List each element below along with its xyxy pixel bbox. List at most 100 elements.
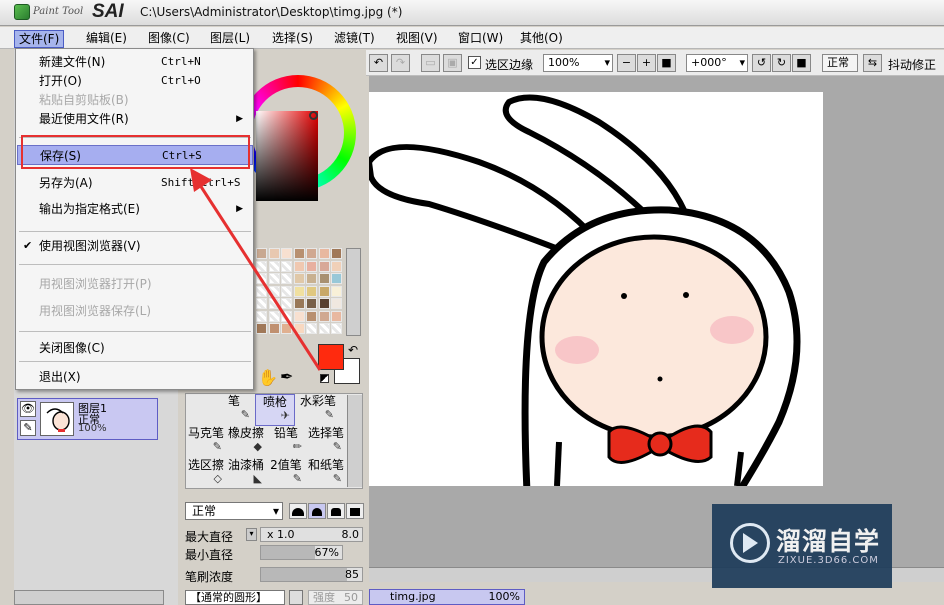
window-title: C:\Users\Administrator\Desktop\timg.jpg … [140, 5, 403, 19]
redo-icon[interactable]: ↷ [391, 54, 410, 72]
drawing-canvas[interactable] [369, 92, 823, 486]
strength-field: 强度 50 [308, 590, 363, 605]
menu-item-new[interactable]: 新建文件(N) Ctrl+N [17, 52, 253, 72]
invert-selection-icon[interactable]: ▣ [443, 54, 462, 72]
color-swatch[interactable] [331, 310, 342, 322]
rotation-reset-icon[interactable]: ■ [792, 54, 811, 72]
tool-marker[interactable]: 马克笔 ✎ [186, 426, 226, 458]
menu-window[interactable]: 窗口(W) [454, 30, 507, 48]
tool-airbrush[interactable]: 喷枪 ✈ [255, 394, 295, 426]
tool-select-eraser[interactable]: 选区擦 ◇ [186, 458, 226, 490]
color-swatch[interactable] [331, 285, 342, 297]
density-slider[interactable]: 85 [260, 567, 363, 582]
swap-colors-icon[interactable]: ↶ [348, 343, 358, 357]
tool-binary-pen[interactable]: 2值笔 ✎ [266, 458, 306, 490]
edge-shape-1-button[interactable] [289, 503, 307, 519]
undo-icon[interactable]: ↶ [369, 54, 388, 72]
color-swatch[interactable] [331, 260, 342, 272]
layer-panel-scrollbar[interactable] [14, 590, 164, 605]
select-eraser-icon: ◇ [213, 472, 222, 485]
edge-shape-4-button[interactable] [346, 503, 364, 519]
menu-filter[interactable]: 滤镜(T) [330, 30, 379, 48]
color-swatch[interactable] [331, 248, 342, 259]
edge-shape-3-button[interactable] [327, 503, 345, 519]
tool-grid-scrollbar[interactable] [347, 395, 362, 487]
strength-value: 50 [344, 591, 358, 604]
tool-select-eraser-label: 选区擦 [187, 458, 224, 472]
pen-icon: ✎ [240, 408, 250, 421]
zoom-out-icon[interactable]: − [617, 54, 636, 72]
menu-file[interactable]: 文件(F) [14, 30, 65, 48]
tool-select-pen[interactable]: 选择笔 ✎ [306, 426, 346, 458]
tool-watercolor[interactable]: 水彩笔 ✎ [298, 394, 338, 426]
rotate-left-icon[interactable]: ↺ [752, 54, 771, 72]
zoom-in-icon[interactable]: + [637, 54, 656, 72]
tool-pen[interactable]: 笔 ✎ [214, 394, 254, 426]
menu-edit[interactable]: 编辑(E) [82, 30, 131, 48]
max-size-slider[interactable]: x 1.0 8.0 [260, 527, 363, 542]
strength-label: 强度 [313, 591, 335, 604]
app-logo-icon [14, 4, 30, 20]
menu-view[interactable]: 视图(V) [392, 30, 442, 48]
document-tab-zoom: 100% [488, 590, 520, 603]
tool-washi-pen[interactable]: 和纸笔 ✎ [306, 458, 346, 490]
size-range-button[interactable]: ▾ [246, 528, 257, 541]
density-value: 85 [345, 568, 359, 581]
edge-shape-2-button[interactable] [308, 503, 326, 519]
min-size-fill [261, 546, 316, 559]
menu-item-open-label: 打开(O) [39, 74, 82, 88]
select-pen-icon: ✎ [332, 440, 342, 453]
tool-bucket[interactable]: 油漆桶 ◣ [226, 458, 266, 490]
selection-edge-label: 选区边缘 [485, 58, 534, 72]
selection-edge-checkbox[interactable]: ✓ [468, 56, 481, 69]
max-size-label: 最大直径 [185, 530, 234, 544]
color-swatch[interactable] [331, 323, 342, 334]
view-mode-select[interactable]: 正常 [822, 54, 858, 72]
deselect-icon[interactable]: ▭ [421, 54, 440, 72]
tool-pencil[interactable]: 铅笔 ✏ [266, 426, 306, 458]
document-tab[interactable]: timg.jpg 100% [369, 589, 525, 605]
menu-item-recent[interactable]: 最近使用文件(R) ▶ [17, 109, 253, 129]
swatch-scrollbar[interactable] [346, 248, 361, 336]
color-picker-marker[interactable] [309, 111, 318, 120]
menu-select[interactable]: 选择(S) [268, 30, 317, 48]
rotation-select[interactable]: +000° ▾ [686, 54, 748, 72]
menu-item-viewer-save-label: 用视图浏览器保存(L) [39, 304, 152, 318]
menu-item-export-label: 输出为指定格式(E) [39, 202, 140, 216]
washi-pen-icon: ✎ [332, 472, 342, 485]
chevron-down-icon: ▾ [604, 56, 610, 69]
color-swatch[interactable] [331, 298, 342, 309]
airbrush-icon: ✈ [280, 409, 290, 422]
menu-image[interactable]: 图像(C) [144, 30, 194, 48]
document-tab-name: timg.jpg [390, 590, 436, 603]
tool-washi-pen-label: 和纸笔 [307, 458, 344, 472]
min-size-value: 67% [314, 546, 339, 559]
eye-icon[interactable]: 👁 [20, 401, 36, 417]
chevron-down-icon[interactable] [289, 590, 303, 605]
menu-item-paste-clipboard: 粘贴自剪贴板(B) [17, 90, 253, 110]
chevron-down-icon: ▾ [739, 56, 745, 69]
stabilizer-label: 抖动修正 [888, 58, 937, 72]
min-size-slider[interactable]: 67% [260, 545, 343, 560]
density-label: 笔刷浓度 [185, 570, 234, 584]
rotate-right-icon[interactable]: ↻ [772, 54, 791, 72]
color-swatch[interactable] [331, 273, 342, 284]
menu-item-new-label: 新建文件(N) [39, 55, 106, 69]
menu-item-exit-label: 退出(X) [39, 370, 81, 384]
tool-marker-label: 马克笔 [187, 426, 224, 440]
tool-eraser[interactable]: 橡皮擦 ◆ [226, 426, 266, 458]
menu-item-open[interactable]: 打开(O) Ctrl+O [17, 71, 253, 91]
zoom-reset-icon[interactable]: ■ [657, 54, 676, 72]
zoom-select[interactable]: 100% ▾ [543, 54, 613, 72]
brush-blend-select[interactable]: 正常 ▾ [185, 502, 283, 520]
max-size-multiplier: x 1.0 [267, 528, 295, 541]
menu-layer[interactable]: 图层(L) [206, 30, 254, 48]
tool-select-pen-label: 选择笔 [307, 426, 344, 440]
annotation-arrow [190, 168, 322, 371]
brush-shape-select[interactable]: 【通常的圆形】 [185, 590, 285, 605]
flip-horizontal-icon[interactable]: ⇆ [863, 54, 882, 72]
menu-other[interactable]: 其他(O) [516, 30, 567, 48]
brush-lock-icon[interactable]: ✎ [20, 420, 36, 436]
menu-item-recent-label: 最近使用文件(R) [39, 112, 129, 126]
layer-thumbnail [40, 402, 74, 436]
